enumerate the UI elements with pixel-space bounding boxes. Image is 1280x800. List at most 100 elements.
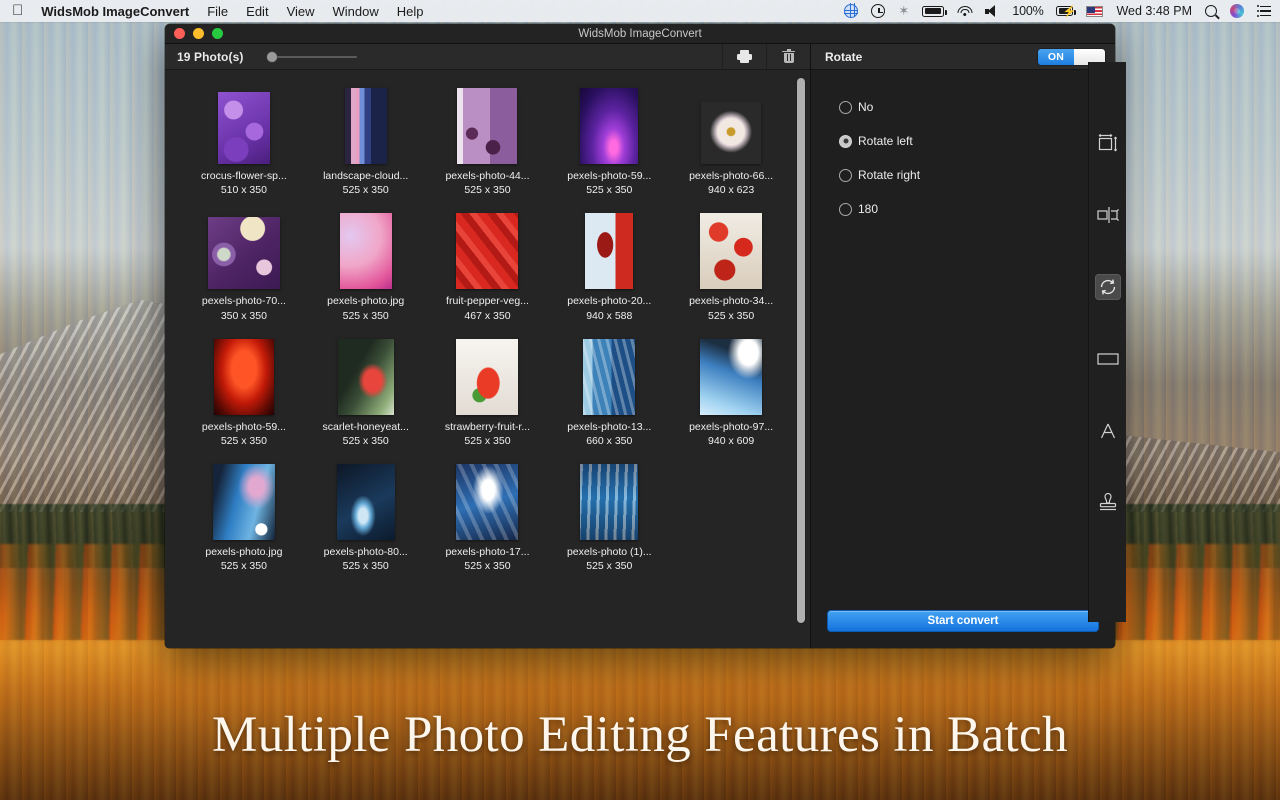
photo-cell[interactable]: pexels-photo-70...350 x 350	[183, 209, 305, 322]
photo-cell[interactable]: pexels-photo-80...525 x 350	[305, 460, 427, 573]
photo-cell[interactable]: pexels-photo-34...525 x 350	[670, 209, 792, 322]
photo-thumbnail[interactable]	[583, 339, 635, 415]
photo-dimensions: 525 x 350	[464, 183, 510, 197]
photo-filename: pexels-photo.jpg	[205, 545, 282, 559]
photo-cell[interactable]: pexels-photo-97...940 x 609	[670, 335, 792, 448]
rail-item-flip-icon[interactable]	[1095, 202, 1121, 228]
photo-filename: pexels-photo-13...	[567, 420, 651, 434]
photo-thumbnail-box	[456, 335, 518, 415]
rotate-option-180[interactable]: 180	[839, 202, 1115, 216]
thumbnail-grid: crocus-flower-sp...510 x 350landscape-cl…	[165, 70, 810, 583]
photo-cell[interactable]: fruit-pepper-veg...467 x 350	[427, 209, 549, 322]
photo-thumbnail-box	[700, 209, 762, 289]
photo-thumbnail[interactable]	[700, 213, 762, 289]
photo-cell[interactable]: pexels-photo-59...525 x 350	[548, 84, 670, 197]
feature-rail	[1088, 62, 1126, 622]
photo-filename: scarlet-honeyeat...	[323, 420, 409, 434]
menu-edit[interactable]: Edit	[246, 4, 268, 19]
us-flag-icon[interactable]	[1086, 6, 1103, 17]
photo-cell[interactable]: pexels-photo-59...525 x 350	[183, 335, 305, 448]
photo-thumbnail[interactable]	[340, 213, 392, 289]
photo-thumbnail[interactable]	[208, 217, 280, 289]
window-titlebar[interactable]: WidsMob ImageConvert	[165, 24, 1115, 44]
radio-button[interactable]	[839, 101, 852, 114]
rail-item-text-icon[interactable]	[1095, 418, 1121, 444]
menu-window[interactable]: Window	[333, 4, 379, 19]
promo-caption: Multiple Photo Editing Features in Batch	[0, 706, 1280, 764]
photo-cell[interactable]: pexels-photo-66...940 x 623	[670, 84, 792, 197]
slider-knob[interactable]	[267, 52, 277, 62]
photo-thumbnail[interactable]	[701, 102, 761, 164]
photo-thumbnail[interactable]	[345, 88, 387, 164]
rail-item-rotate-icon[interactable]	[1095, 274, 1121, 300]
photo-cell[interactable]: pexels-photo-17...525 x 350	[427, 460, 549, 573]
battery-charging-icon[interactable]: ⚡	[1056, 6, 1073, 16]
photo-thumbnail-box	[338, 335, 394, 415]
photo-thumbnail[interactable]	[580, 88, 638, 164]
photo-thumbnail[interactable]	[585, 213, 633, 289]
print-button[interactable]	[722, 44, 766, 69]
scrollbar-thumb[interactable]	[797, 78, 805, 623]
photo-filename: pexels-photo-70...	[202, 294, 286, 308]
menu-view[interactable]: View	[287, 4, 315, 19]
menu-app-name[interactable]: WidsMob ImageConvert	[41, 4, 189, 19]
photo-cell[interactable]: pexels-photo.jpg525 x 350	[305, 209, 427, 322]
photo-cell[interactable]: pexels-photo.jpg525 x 350	[183, 460, 305, 573]
photo-thumbnail[interactable]	[218, 92, 270, 164]
photo-cell[interactable]: pexels-photo-20...940 x 588	[548, 209, 670, 322]
photo-cell[interactable]: crocus-flower-sp...510 x 350	[183, 84, 305, 197]
photo-thumbnail[interactable]	[213, 464, 275, 540]
photo-cell[interactable]: pexels-photo (1)...525 x 350	[548, 460, 670, 573]
radio-button[interactable]	[839, 203, 852, 216]
photo-dimensions: 525 x 350	[586, 183, 632, 197]
thumbnail-grid-scroll-area[interactable]: crocus-flower-sp...510 x 350landscape-cl…	[165, 70, 810, 648]
photo-cell[interactable]: strawberry-fruit-r...525 x 350	[427, 335, 549, 448]
photo-dimensions: 525 x 350	[586, 559, 632, 573]
rotate-option-rotate-left[interactable]: Rotate left	[839, 134, 1115, 148]
photo-thumbnail[interactable]	[456, 464, 518, 540]
search-icon[interactable]	[1205, 5, 1217, 17]
menu-file[interactable]: File	[207, 4, 228, 19]
apple-logo-icon[interactable]: 	[12, 3, 23, 18]
globe-icon[interactable]	[844, 4, 858, 18]
photo-thumbnail[interactable]	[456, 213, 518, 289]
photo-cell[interactable]: pexels-photo-13...660 x 350	[548, 335, 670, 448]
photo-thumbnail[interactable]	[337, 464, 395, 540]
photo-cell[interactable]: pexels-photo-44...525 x 350	[427, 84, 549, 197]
menu-help[interactable]: Help	[397, 4, 424, 19]
photo-thumbnail[interactable]	[580, 464, 638, 540]
photo-dimensions: 525 x 350	[221, 434, 267, 448]
photo-filename: pexels-photo-66...	[689, 169, 773, 183]
menu-clock[interactable]: Wed 3:48 PM	[1116, 4, 1192, 18]
photo-thumbnail[interactable]	[214, 339, 274, 415]
rail-item-watermark-stamp-icon[interactable]	[1095, 490, 1121, 516]
photo-thumbnail-box	[213, 460, 275, 540]
radio-button[interactable]	[839, 169, 852, 182]
delete-button[interactable]	[766, 44, 810, 69]
radio-button[interactable]	[839, 135, 852, 148]
photo-dimensions: 940 x 588	[586, 309, 632, 323]
battery-percent-label[interactable]: 100%	[1012, 4, 1043, 18]
photo-thumbnail[interactable]	[700, 339, 762, 415]
photo-cell[interactable]: scarlet-honeyeat...525 x 350	[305, 335, 427, 448]
rotate-option-rotate-right[interactable]: Rotate right	[839, 168, 1115, 182]
notification-center-icon[interactable]	[1257, 6, 1271, 17]
vertical-scrollbar[interactable]	[797, 78, 805, 640]
rail-item-border-icon[interactable]	[1095, 346, 1121, 372]
photo-thumbnail-box	[583, 335, 635, 415]
rotate-option-no[interactable]: No	[839, 100, 1115, 114]
start-convert-button[interactable]: Start convert	[827, 610, 1099, 632]
photo-cell[interactable]: landscape-cloud...525 x 350	[305, 84, 427, 197]
rail-item-resize-icon[interactable]	[1095, 130, 1121, 156]
time-machine-icon[interactable]	[871, 4, 885, 18]
battery-icon[interactable]	[922, 6, 944, 17]
photo-thumbnail[interactable]	[338, 339, 394, 415]
siri-icon[interactable]	[1230, 4, 1244, 18]
wifi-icon[interactable]	[957, 6, 972, 17]
photo-thumbnail[interactable]	[456, 339, 518, 415]
volume-icon[interactable]	[985, 5, 999, 17]
photo-thumbnail[interactable]	[457, 88, 517, 164]
thumbnail-zoom-slider[interactable]	[267, 50, 357, 64]
bluetooth-icon[interactable]: ✶	[898, 3, 909, 19]
photo-browser: 19 Photo(s)	[165, 44, 810, 648]
